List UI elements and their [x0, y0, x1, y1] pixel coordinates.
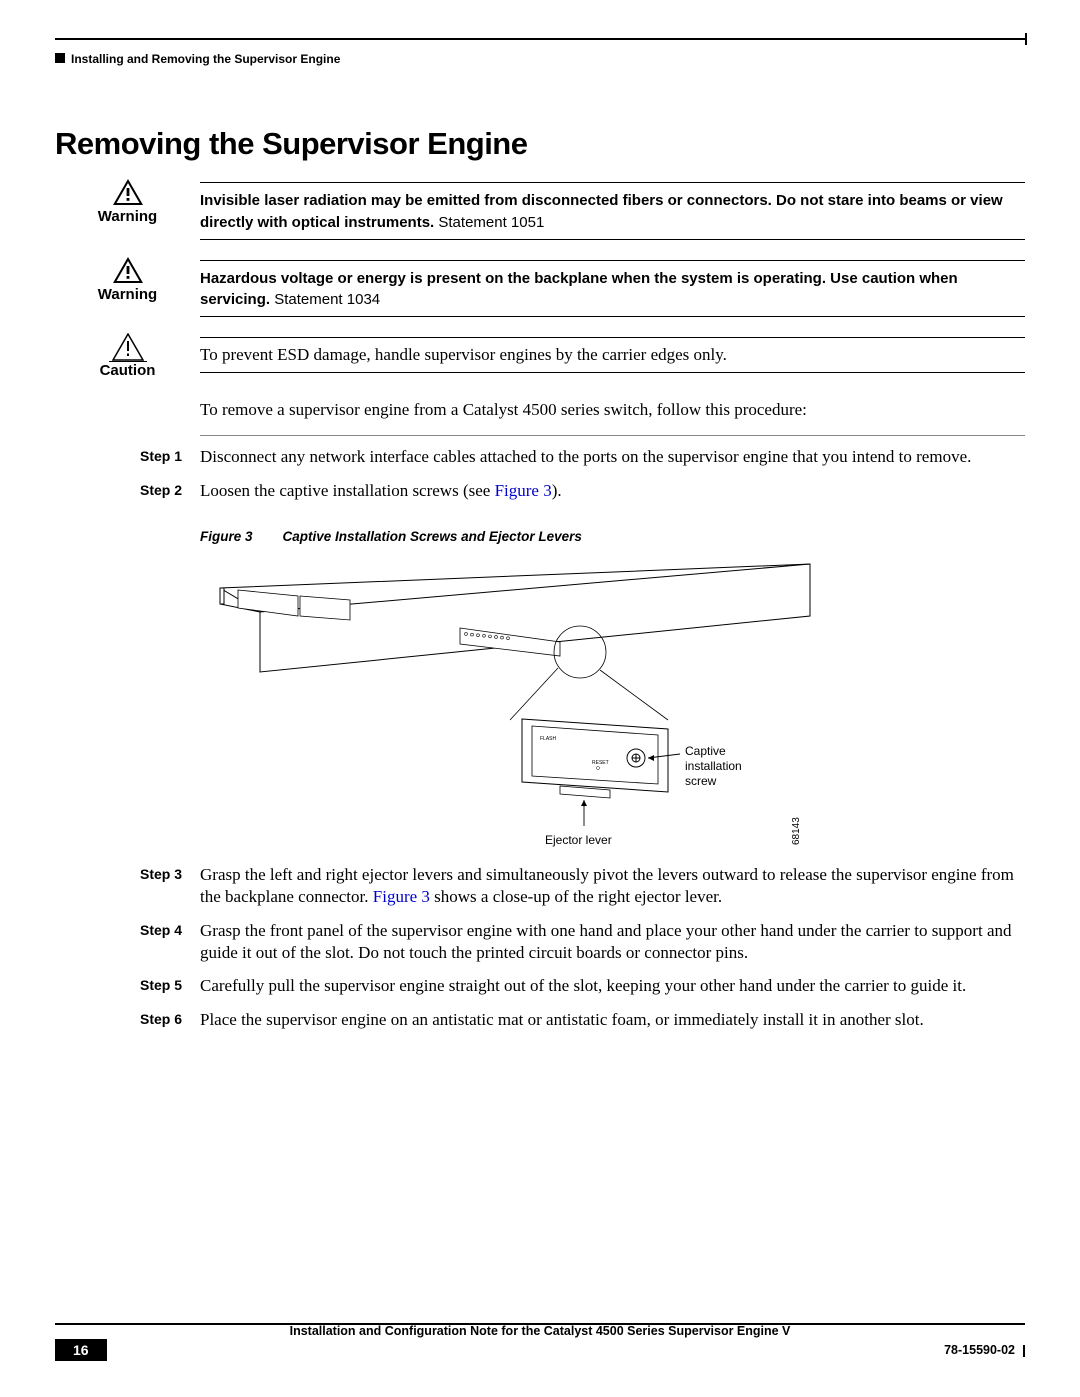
step-text: Disconnect any network interface cables … [200, 446, 1025, 468]
running-head: Installing and Removing the Supervisor E… [55, 52, 1025, 66]
caution-icon [112, 333, 144, 361]
step-row: Step 6 Place the supervisor engine on an… [55, 1009, 1025, 1031]
warning-text-bold: Invisible laser radiation may be emitted… [200, 192, 1003, 231]
warning-label: Warning [98, 208, 157, 225]
callout-screw: Captive installation screw [685, 744, 742, 789]
warning-text-plain: Statement 1051 [434, 214, 544, 231]
step-label: Step 6 [55, 1009, 200, 1031]
warning-icon [112, 256, 144, 284]
section-title: Removing the Supervisor Engine [55, 126, 1025, 162]
step-row: Step 2 Loosen the captive installation s… [55, 480, 1025, 502]
step-text: Carefully pull the supervisor engine str… [200, 975, 1025, 997]
caution-block: Caution To prevent ESD damage, handle su… [55, 337, 1025, 379]
step-text: Grasp the front panel of the supervisor … [200, 920, 1025, 964]
caution-text: To prevent ESD damage, handle supervisor… [200, 345, 727, 364]
page-footer: Installation and Configuration Note for … [55, 1323, 1025, 1361]
svg-text:FLASH: FLASH [540, 736, 557, 742]
step-row: Step 4 Grasp the front panel of the supe… [55, 920, 1025, 964]
figure-link[interactable]: Figure 3 [373, 887, 430, 906]
warning-label: Warning [98, 286, 157, 303]
figure-link[interactable]: Figure 3 [495, 481, 552, 500]
step-label: Step 1 [55, 446, 200, 468]
page-number: 16 [55, 1339, 107, 1361]
figure-illustration: FLASH RESET Captive installation screw E… [200, 554, 1025, 852]
svg-text:RESET: RESET [592, 760, 609, 766]
step-label: Step 2 [55, 480, 200, 502]
figure-caption: Figure 3Captive Installation Screws and … [200, 529, 1025, 544]
step-row: Step 1 Disconnect any network interface … [55, 446, 1025, 468]
step-row: Step 5 Carefully pull the supervisor eng… [55, 975, 1025, 997]
callout-lever: Ejector lever [545, 833, 612, 848]
step-text: Loosen the captive installation screws (… [200, 480, 1025, 502]
warning-icon [112, 178, 144, 206]
footer-doc-title: Installation and Configuration Note for … [55, 1324, 1025, 1338]
intro-paragraph: To remove a supervisor engine from a Cat… [200, 399, 1025, 421]
warning-text-plain: Statement 1034 [270, 291, 380, 308]
step-text: Place the supervisor engine on an antist… [200, 1009, 1025, 1031]
doc-code: 78-15590-02 [944, 1343, 1025, 1357]
step-row: Step 3 Grasp the left and right ejector … [55, 864, 1025, 908]
warning-block: Warning Hazardous voltage or energy is p… [55, 260, 1025, 318]
step-label: Step 3 [55, 864, 200, 908]
caution-label: Caution [100, 362, 156, 379]
warning-block: Warning Invisible laser radiation may be… [55, 182, 1025, 240]
figure-image-code: 68143 [791, 817, 802, 845]
step-label: Step 4 [55, 920, 200, 964]
step-label: Step 5 [55, 975, 200, 997]
step-text: Grasp the left and right ejector levers … [200, 864, 1025, 908]
